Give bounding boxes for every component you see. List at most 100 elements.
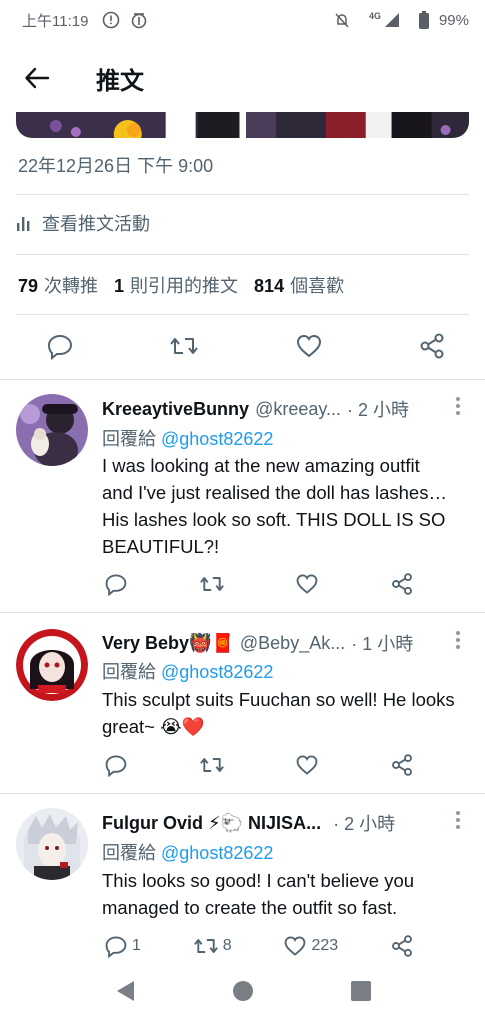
replying-to: 回覆給 @ghost82622 bbox=[102, 839, 273, 865]
mute-icon bbox=[333, 11, 351, 29]
mention-link[interactable]: @ghost82622 bbox=[161, 662, 273, 682]
like-button[interactable] bbox=[295, 572, 323, 596]
like-button[interactable] bbox=[295, 332, 323, 360]
mention-link[interactable]: @ghost82622 bbox=[161, 429, 273, 449]
divider bbox=[16, 194, 469, 195]
retweet-icon bbox=[193, 939, 218, 953]
battery-level: 99% bbox=[438, 11, 469, 29]
share-icon bbox=[420, 333, 444, 359]
replying-prefix: 回覆給 bbox=[102, 429, 156, 449]
quotes-label: 則引用的推文 bbox=[130, 276, 239, 296]
retweet-icon bbox=[199, 758, 224, 772]
view-tweet-activity-link[interactable]: 查看推文活動 bbox=[16, 210, 150, 236]
reply-time: · 2 小時 bbox=[333, 814, 396, 834]
like-icon bbox=[296, 334, 321, 358]
nav-home-button[interactable] bbox=[232, 980, 254, 1007]
back-button[interactable] bbox=[16, 57, 58, 99]
app-bar: 推文 bbox=[0, 50, 485, 106]
like-count: 223 bbox=[311, 937, 339, 954]
reply-button[interactable] bbox=[104, 753, 132, 777]
reply-author-name[interactable]: Fulgur Ovid ⚡🐑 NIJISA... bbox=[102, 813, 321, 834]
retweets-stat[interactable]: 79 次轉推 bbox=[18, 272, 98, 298]
more-options-button[interactable] bbox=[455, 810, 461, 835]
retweet-count: 8 bbox=[222, 937, 232, 954]
network-type-label: 4G bbox=[368, 11, 381, 21]
reply-button[interactable]: 1 bbox=[104, 934, 141, 958]
activity-label: 查看推文活動 bbox=[42, 214, 150, 234]
reply-author-name[interactable]: KreeaytiveBunny bbox=[102, 399, 249, 420]
tweet-stats: 79 次轉推 1 則引用的推文 814 個喜歡 bbox=[18, 272, 344, 298]
like-button[interactable] bbox=[295, 753, 323, 777]
reply-time: · 2 小時 bbox=[347, 400, 410, 420]
like-icon bbox=[285, 936, 306, 956]
more-options-button[interactable] bbox=[455, 630, 461, 655]
alert-icon bbox=[102, 11, 120, 29]
divider bbox=[16, 254, 469, 255]
reply-time: · 1 小時 bbox=[351, 634, 414, 654]
reply-text: This looks so good! I can't believe you … bbox=[102, 870, 415, 918]
home-circle-icon bbox=[232, 980, 253, 1001]
reply-author-name[interactable]: Very Beby👹🧧 bbox=[102, 633, 234, 654]
reply-count: 1 bbox=[132, 937, 141, 954]
tweet-timestamp: 22年12月26日 下午 9:00 bbox=[18, 156, 214, 176]
share-icon bbox=[392, 935, 412, 957]
avatar[interactable] bbox=[16, 808, 88, 880]
tweet-photo-2[interactable] bbox=[245, 112, 469, 138]
reply-author-handle[interactable]: @kreeay... bbox=[255, 399, 341, 420]
tweet-actions bbox=[46, 332, 446, 360]
reply-header: KreeaytiveBunny @kreeay... · 2 小時 bbox=[102, 396, 469, 422]
tweet-photo-1[interactable] bbox=[16, 112, 240, 138]
reply-text: I was looking at the new amazing outfit … bbox=[102, 455, 447, 557]
share-button[interactable] bbox=[418, 332, 446, 360]
reply-icon bbox=[105, 755, 127, 777]
retweets-label: 次轉推 bbox=[44, 276, 99, 296]
share-button[interactable] bbox=[390, 753, 414, 777]
retweet-button[interactable] bbox=[199, 753, 229, 777]
share-icon bbox=[392, 573, 412, 595]
share-button[interactable] bbox=[390, 934, 414, 958]
retweet-button[interactable]: 8 bbox=[193, 934, 232, 958]
more-icon bbox=[456, 631, 460, 649]
system-nav-bar bbox=[0, 962, 485, 1024]
avatar[interactable] bbox=[16, 629, 88, 701]
quotes-stat[interactable]: 1 則引用的推文 bbox=[114, 272, 238, 298]
reply-actions bbox=[104, 753, 414, 777]
reply-header: Fulgur Ovid ⚡🐑 NIJISA... · 2 小時 bbox=[102, 810, 469, 836]
app-notification-icon bbox=[130, 11, 148, 29]
triangle-back-icon bbox=[116, 980, 134, 1001]
replying-prefix: 回覆給 bbox=[102, 662, 156, 682]
nav-back-button[interactable] bbox=[114, 979, 136, 1008]
reply-button[interactable] bbox=[46, 332, 74, 360]
status-bar: 上午11:19 4G 99% bbox=[0, 0, 485, 40]
share-button[interactable] bbox=[390, 572, 414, 596]
reply-text: This sculpt suits Fuuchan so well! He lo… bbox=[102, 689, 455, 737]
nav-recents-button[interactable] bbox=[350, 980, 372, 1007]
more-options-button[interactable] bbox=[455, 396, 461, 421]
reply-item[interactable]: KreeaytiveBunny @kreeay... · 2 小時 回覆給 @g… bbox=[0, 380, 485, 612]
share-icon bbox=[392, 754, 412, 776]
reply-button[interactable] bbox=[104, 572, 132, 596]
status-time: 上午11:19 bbox=[22, 12, 89, 30]
recents-square-icon bbox=[350, 980, 371, 1001]
reply-author-handle[interactable]: @Beby_Ak... bbox=[240, 633, 345, 654]
reply-item[interactable]: Fulgur Ovid ⚡🐑 NIJISA... · 2 小時 回覆給 @gho… bbox=[0, 794, 485, 962]
retweet-icon bbox=[170, 338, 199, 354]
mention-link[interactable]: @ghost82622 bbox=[161, 843, 273, 863]
reply-icon bbox=[47, 334, 73, 360]
retweet-button[interactable] bbox=[169, 332, 199, 360]
tweet-media[interactable] bbox=[16, 112, 469, 138]
like-button[interactable]: 223 bbox=[283, 934, 338, 958]
more-icon bbox=[456, 397, 460, 415]
reply-item[interactable]: Very Beby👹🧧 @Beby_Ak... · 1 小時 回覆給 @ghos… bbox=[0, 613, 485, 793]
bar-chart-icon bbox=[17, 217, 30, 231]
like-icon bbox=[296, 755, 318, 775]
likes-stat[interactable]: 814 個喜歡 bbox=[254, 272, 344, 298]
page-title: 推文 bbox=[96, 67, 144, 95]
reply-icon bbox=[105, 936, 127, 958]
replying-prefix: 回覆給 bbox=[102, 843, 156, 863]
avatar[interactable] bbox=[16, 394, 88, 466]
signal-icon bbox=[383, 11, 401, 29]
retweet-button[interactable] bbox=[199, 572, 229, 596]
retweet-icon bbox=[199, 577, 224, 591]
quotes-count: 1 bbox=[114, 276, 125, 296]
